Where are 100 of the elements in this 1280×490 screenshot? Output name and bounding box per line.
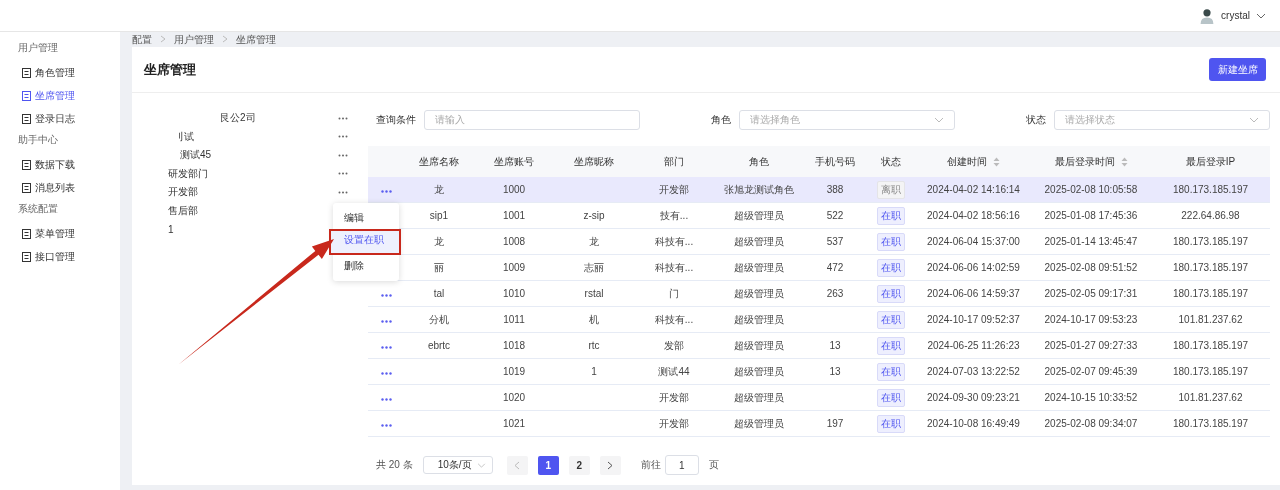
table-cell: 科技有... <box>654 261 694 273</box>
table-cell: 超级管理员 <box>734 235 784 247</box>
sidebar-group-title: 系统配置 <box>17 202 59 216</box>
table-row[interactable]: ebrtc 1018 rtc 发部 超级管理员 13 在职 2024-06-25 11:26:23 2025-01-27 09:27:33 180.173.185.197 <box>368 332 1270 359</box>
more-icon[interactable] <box>380 372 392 375</box>
page-button[interactable]: 1 <box>537 455 559 475</box>
table-cell: 2024-06-04 15:37:00 <box>927 236 1020 247</box>
sidebar-item[interactable]: 登录日志 <box>0 107 120 130</box>
sidebar-item[interactable]: 坐席管理 <box>0 84 120 107</box>
table-cell: 2024-10-17 09:52:37 <box>927 314 1020 325</box>
user-name[interactable]: crystal <box>1221 10 1250 21</box>
column-header[interactable]: 状态 <box>881 154 901 169</box>
table-cell: 龙 <box>434 183 444 195</box>
chevron-down-icon[interactable] <box>1256 12 1266 19</box>
table-cell: 2024-10-17 09:53:23 <box>1044 314 1138 325</box>
table-cell: 101.81.237.62 <box>1178 392 1243 403</box>
table-cell: 2025-01-14 13:45:47 <box>1044 236 1138 247</box>
table-cell: 13 <box>829 340 841 351</box>
table-row[interactable]: 1020 开发部 超级管理员 在职 2024-09-30 09:23:21 2024-10-15 10:33:52 101.81.237.62 <box>368 384 1270 411</box>
table-row[interactable]: 龙 1000 开发部 张旭龙测试角色 388 离职 2024-04-02 14:16:14 2025-02-08 10:05:58 180.173.185.197 <box>368 177 1270 203</box>
table-cell: 263 <box>826 288 844 299</box>
chevron-down-icon <box>934 117 944 123</box>
sidebar-item[interactable]: 接口管理 <box>0 245 120 268</box>
status-tag: 在职 <box>877 336 905 355</box>
tree-node[interactable]: 测试45 <box>168 148 212 163</box>
more-icon[interactable] <box>338 116 348 120</box>
table-cell: 180.173.185.197 <box>1172 366 1249 377</box>
document-icon <box>22 67 31 78</box>
table-cell: 2024-06-06 14:02:59 <box>927 262 1020 273</box>
table-cell: 472 <box>826 262 844 273</box>
table-cell: 志丽 <box>584 261 604 273</box>
table-cell: ebrtc <box>427 340 451 351</box>
table-cell: 超级管理员 <box>734 417 784 429</box>
more-icon[interactable] <box>380 398 392 401</box>
page-suffix: 页 <box>708 458 719 472</box>
sidebar-item[interactable]: 菜单管理 <box>0 222 120 245</box>
table-cell: 1001 <box>502 210 526 221</box>
table-cell: 2024-09-30 09:23:21 <box>927 392 1020 403</box>
table-cell: 197 <box>826 418 844 429</box>
tree-node[interactable]: 开发部 <box>168 185 198 200</box>
table-cell: 1008 <box>502 236 526 247</box>
sidebar-item[interactable]: 数据下载 <box>0 153 120 176</box>
status-tag: 离职 <box>877 180 905 199</box>
more-icon[interactable] <box>380 294 392 297</box>
table-cell: 开发部 <box>659 391 689 403</box>
filter-label: 状态 <box>1026 113 1046 127</box>
status-tag: 在职 <box>877 362 905 381</box>
table-cell: 1021 <box>502 418 526 429</box>
goto-label: 前往 <box>640 458 661 472</box>
more-icon[interactable] <box>380 424 392 427</box>
table-cell: 发部 <box>664 339 684 351</box>
sidebar-item[interactable]: 角色管理 <box>0 61 120 84</box>
breadcrumb-separator-icon <box>222 34 228 45</box>
more-icon[interactable] <box>380 320 392 323</box>
new-agent-button[interactable]: 新建坐席 <box>1209 58 1266 81</box>
breadcrumb-item[interactable]: 坐席管理 <box>236 32 276 47</box>
more-icon[interactable] <box>338 190 348 194</box>
document-icon <box>22 113 31 124</box>
table-cell: 超级管理员 <box>734 339 784 351</box>
tree-node[interactable]: 1 <box>168 223 174 235</box>
tree-node[interactable]: 刂试 <box>168 129 194 144</box>
page-number-field[interactable]: 1 <box>664 455 699 475</box>
sidebar-item[interactable]: 消息列表 <box>0 176 120 199</box>
tree-node[interactable]: 售后部 <box>168 203 198 218</box>
more-icon[interactable] <box>338 135 348 139</box>
column-header[interactable]: 部门 <box>664 154 684 169</box>
more-icon[interactable] <box>338 153 348 157</box>
table-cell: sip1 <box>429 210 449 221</box>
table-cell: 2024-04-02 18:56:16 <box>927 210 1020 221</box>
avatar-icon[interactable] <box>1199 6 1216 25</box>
chevron-down-icon <box>1249 117 1259 123</box>
menu-item[interactable]: 设置在职 <box>329 229 401 255</box>
table-row[interactable]: 分机 1011 机 科技有... 超级管理员 在职 2024-10-17 09:52:37 2024-10-17 09:53:23 101.81.237.62 <box>368 306 1270 333</box>
table-row[interactable]: 1021 开发部 超级管理员 197 在职 2024-10-08 16:49:49 2025-02-08 09:34:07 180.173.185.197 <box>368 410 1270 437</box>
more-icon[interactable] <box>338 172 348 176</box>
table-row[interactable]: 1019 1 测试44 超级管理员 13 在职 2024-07-03 13:22:52 2025-02-07 09:45:39 180.173.185.197 <box>368 358 1270 385</box>
status-tag: 在职 <box>877 284 905 303</box>
breadcrumb-item[interactable]: 用户管理 <box>174 32 214 47</box>
more-icon[interactable] <box>380 190 392 193</box>
table-cell: 张旭龙测试角色 <box>724 183 794 195</box>
tree-node[interactable]: 艮公2司 <box>168 111 256 126</box>
chevron-down-icon <box>476 462 486 468</box>
table-cell: 超级管理员 <box>734 313 784 325</box>
tree-node[interactable]: 研发部门 <box>168 166 208 181</box>
table-cell: 2024-07-03 13:22:52 <box>927 366 1020 377</box>
chevron-left-icon <box>514 460 521 470</box>
filter-label: 查询条件 <box>376 113 416 127</box>
table-cell: 科技有... <box>654 235 694 247</box>
table-cell: 科技有... <box>654 313 694 325</box>
table-cell: 门 <box>669 287 679 299</box>
table-cell: 1020 <box>502 392 526 403</box>
more-icon[interactable] <box>380 346 392 349</box>
page-size-select[interactable]: 10条/页 <box>422 456 493 474</box>
table-row[interactable]: tal 1010 rstal 门 超级管理员 263 在职 2024-06-06 14:59:37 2025-02-05 09:17:31 180.173.185.197 <box>368 280 1270 307</box>
table-cell: 分机 <box>429 313 449 325</box>
column-header[interactable]: 角色 <box>749 154 769 169</box>
page-button[interactable]: 2 <box>568 455 590 475</box>
table-cell: 2025-01-27 09:27:33 <box>1044 340 1138 351</box>
breadcrumb-item[interactable]: 配置 <box>132 32 152 47</box>
status-tag: 在职 <box>877 310 905 329</box>
